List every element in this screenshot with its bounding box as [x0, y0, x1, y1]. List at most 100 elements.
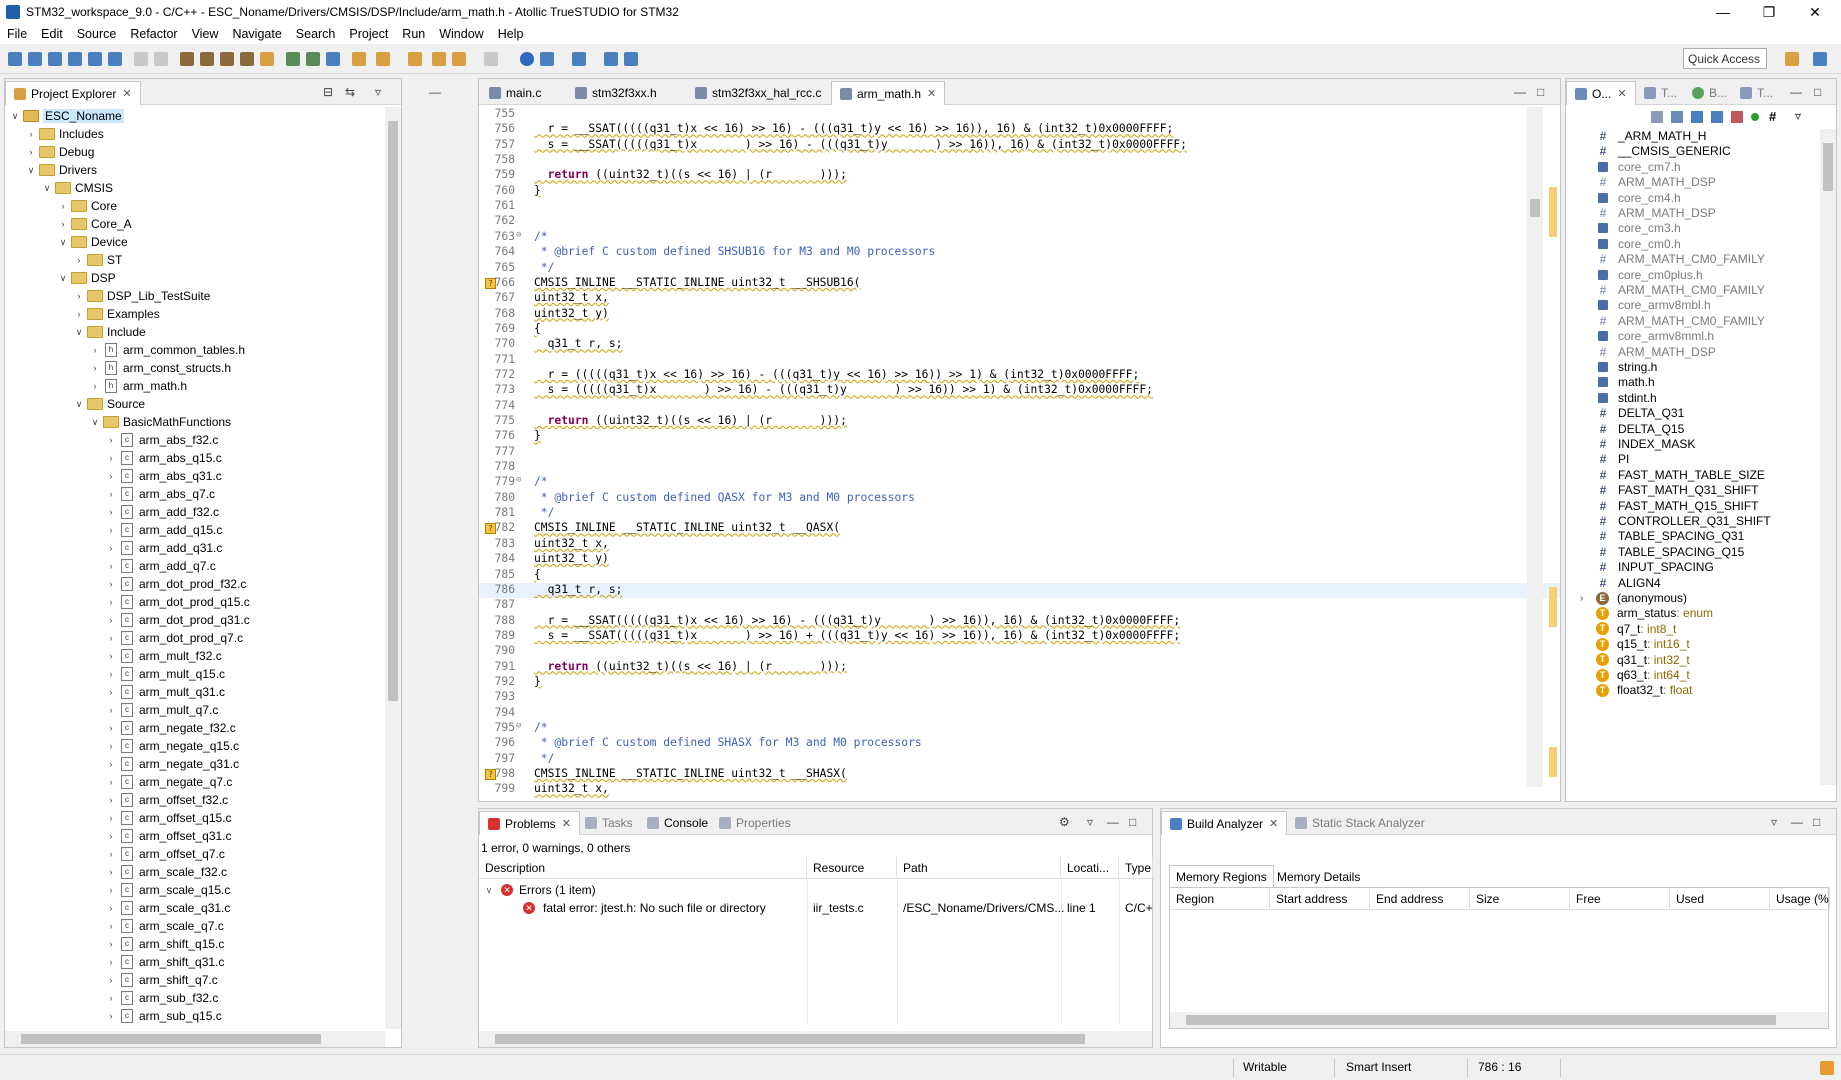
- menu-navigate[interactable]: Navigate: [225, 27, 288, 41]
- minimize-button[interactable]: —: [1700, 0, 1746, 24]
- perspective-icon[interactable]: [1785, 52, 1799, 66]
- menu-file[interactable]: File: [0, 27, 34, 41]
- code-line[interactable]: 786 q31_t r, s;: [479, 582, 1560, 598]
- code-line[interactable]: 791 return ((uint32_t)((s << 16) | (r ))…: [479, 660, 1560, 675]
- code-line[interactable]: 758: [479, 153, 1560, 168]
- new-icon[interactable]: [8, 52, 22, 66]
- sort-icon[interactable]: [1671, 111, 1683, 123]
- chevron-right-icon[interactable]: ›: [105, 651, 117, 661]
- menu-run[interactable]: Run: [395, 27, 432, 41]
- prev-edit-icon[interactable]: [432, 52, 446, 66]
- tree-item[interactable]: › Debug: [5, 143, 95, 161]
- run-icon[interactable]: [306, 52, 320, 66]
- tab-console[interactable]: Console: [639, 811, 716, 835]
- maximize-problems-icon[interactable]: □: [1129, 815, 1136, 829]
- menu-search[interactable]: Search: [289, 27, 343, 41]
- layout-icon[interactable]: [572, 52, 586, 66]
- maximize-outline-icon[interactable]: □: [1814, 85, 1821, 99]
- chevron-right-icon[interactable]: ›: [105, 543, 117, 553]
- col-type[interactable]: Type: [1119, 857, 1153, 879]
- tree-item[interactable]: ∨ Include: [5, 323, 146, 341]
- tab-properties[interactable]: Properties: [711, 811, 799, 835]
- chevron-right-icon[interactable]: ›: [105, 813, 117, 823]
- tree-item[interactable]: › Core_A: [5, 215, 132, 233]
- tree-item[interactable]: › DSP_Lib_TestSuite: [5, 287, 211, 305]
- tree-item[interactable]: › c arm_mult_q31.c: [5, 683, 225, 701]
- terminal-icon[interactable]: [326, 52, 340, 66]
- chevron-right-icon[interactable]: ›: [105, 795, 117, 805]
- tree-item[interactable]: › c arm_dot_prod_q15.c: [5, 593, 250, 611]
- code-line[interactable]: 767 uint32_t x,: [479, 291, 1560, 306]
- tree-item[interactable]: › h arm_const_structs.h: [5, 359, 231, 377]
- tree-item[interactable]: › c arm_abs_f32.c: [5, 431, 218, 449]
- tree-item[interactable]: › c arm_offset_q31.c: [5, 827, 232, 845]
- tree-item[interactable]: › c arm_add_q15.c: [5, 521, 222, 539]
- tree-item[interactable]: › c arm_add_q7.c: [5, 557, 216, 575]
- chevron-right-icon[interactable]: ›: [105, 993, 117, 1003]
- search-icon[interactable]: [376, 52, 390, 66]
- memory-horizontal-scrollbar[interactable]: [1170, 1012, 1828, 1028]
- chevron-right-icon[interactable]: ›: [73, 291, 85, 301]
- code-line[interactable]: 799 uint32_t x,: [479, 782, 1560, 797]
- forward-icon[interactable]: [484, 52, 498, 66]
- chevron-right-icon[interactable]: ›: [105, 669, 117, 679]
- tree-item[interactable]: › c arm_negate_q7.c: [5, 773, 232, 791]
- view-menu-icon[interactable]: ▿: [1771, 815, 1777, 829]
- warning-marker-icon[interactable]: ?: [485, 769, 496, 781]
- close-tab-icon[interactable]: ✕: [562, 817, 571, 830]
- chevron-right-icon[interactable]: ›: [57, 219, 69, 229]
- outline-vertical-scrollbar[interactable]: [1820, 129, 1836, 785]
- tree-item[interactable]: › c arm_negate_f32.c: [5, 719, 236, 737]
- tab-type-hierarchy[interactable]: T...: [1636, 81, 1685, 105]
- tab-build-analyzer[interactable]: Build Analyzer ✕: [1161, 811, 1288, 835]
- chevron-right-icon[interactable]: ›: [105, 507, 117, 517]
- code-line[interactable]: 789 s = __SSAT(((((q31_t)x ) >> 16) + ((…: [479, 629, 1560, 644]
- outline-view-menu-icon[interactable]: ▿: [1795, 109, 1801, 123]
- code-line[interactable]: 793: [479, 690, 1560, 705]
- fold-toggle-icon[interactable]: ⊖: [516, 475, 521, 485]
- new-project-icon[interactable]: [28, 52, 42, 66]
- chevron-right-icon[interactable]: ›: [57, 201, 69, 211]
- chevron-right-icon[interactable]: ›: [105, 1011, 117, 1021]
- tab-arm-math-h[interactable]: arm_math.h ✕: [831, 81, 946, 105]
- code-line[interactable]: 794: [479, 706, 1560, 721]
- chevron-right-icon[interactable]: ›: [25, 147, 37, 157]
- code-line[interactable]: 796 * @brief C custom defined SHASX for …: [479, 736, 1560, 751]
- chevron-right-icon[interactable]: ›: [105, 723, 117, 733]
- col-path[interactable]: Path: [897, 857, 1061, 879]
- chevron-right-icon[interactable]: ›: [105, 471, 117, 481]
- new-source-icon[interactable]: [68, 52, 82, 66]
- restore-button[interactable]: ❐: [1746, 0, 1792, 24]
- rebuild-icon[interactable]: [220, 52, 234, 66]
- code-line[interactable]: 756 r = __SSAT(((((q31_t)x << 16) >> 16)…: [479, 122, 1560, 137]
- chevron-right-icon[interactable]: ›: [105, 705, 117, 715]
- close-tab-icon[interactable]: ✕: [927, 87, 936, 100]
- maximize-editor-icon[interactable]: □: [1537, 85, 1544, 99]
- tree-item[interactable]: › c arm_shift_q15.c: [5, 935, 224, 953]
- tree-item[interactable]: › h arm_math.h: [5, 377, 187, 395]
- fold-toggle-icon[interactable]: ⊖: [516, 230, 521, 240]
- minimize-build-icon[interactable]: —: [1791, 815, 1803, 829]
- code-line[interactable]: 787: [479, 598, 1560, 613]
- tree-item[interactable]: › Core: [5, 197, 118, 215]
- save-all-icon[interactable]: [154, 52, 168, 66]
- tree-item[interactable]: › c arm_dot_prod_q31.c: [5, 611, 250, 629]
- code-line[interactable]: 792}: [479, 675, 1560, 690]
- code-line[interactable]: 771: [479, 353, 1560, 368]
- chevron-right-icon[interactable]: ›: [105, 831, 117, 841]
- error-group-row[interactable]: v ✕ Errors (1 item): [479, 881, 1154, 899]
- tab-outline[interactable]: O... ✕: [1566, 81, 1636, 105]
- code-line[interactable]: 777: [479, 445, 1560, 460]
- col-used[interactable]: Used: [1670, 888, 1770, 910]
- tree-item[interactable]: › c arm_negate_q31.c: [5, 755, 239, 773]
- open-file-icon[interactable]: [352, 52, 366, 66]
- col-size[interactable]: Size: [1470, 888, 1570, 910]
- collapse-all-icon[interactable]: ⊟: [323, 85, 333, 99]
- tree-vertical-scrollbar[interactable]: [385, 107, 401, 1029]
- code-line[interactable]: 775 return ((uint32_t)((s << 16) | (r ))…: [479, 414, 1560, 429]
- hide-macros-icon[interactable]: [1731, 111, 1743, 123]
- col-start-address[interactable]: Start address: [1270, 888, 1370, 910]
- menu-edit[interactable]: Edit: [34, 27, 70, 41]
- minimize-view-icon[interactable]: —: [429, 85, 441, 99]
- tab-stm32f3xx-hal-rcc-c[interactable]: stm32f3xx_hal_rcc.c: [687, 81, 829, 105]
